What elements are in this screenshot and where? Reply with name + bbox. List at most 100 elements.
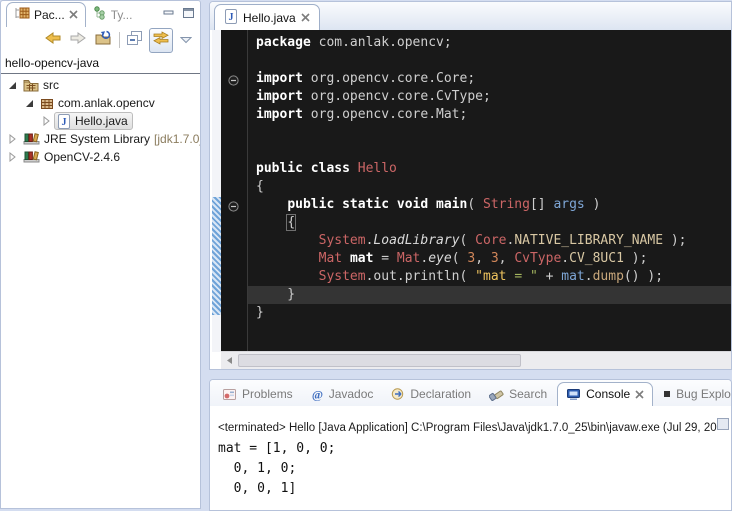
code-line: public class Hello (248, 160, 731, 178)
tree-item-label: src (43, 78, 59, 92)
tree-item-content: OpenCV-2.4.6 (20, 148, 125, 166)
vertical-ruler[interactable] (212, 30, 221, 352)
library-icon (23, 150, 40, 164)
tab-label: Pac... (34, 8, 65, 22)
tab-type-hierarchy[interactable]: Ty... (86, 3, 140, 27)
console-output[interactable]: mat = [1, 0, 0; 0, 1, 0; 0, 0, 1] (218, 439, 731, 499)
tab-problems[interactable]: Problems (214, 383, 301, 406)
editor-area: J Hello.java package com.anlak.opencv; im… (209, 1, 732, 370)
tab-label: Javadoc (329, 387, 374, 401)
code-line: } (248, 304, 731, 322)
tree-item-decorator: [jdk1.7.0_25] (154, 132, 200, 146)
tab-javadoc[interactable]: @ Javadoc (303, 383, 382, 406)
tree-item-label: com.anlak.opencv (58, 96, 155, 110)
tab-label: Console (586, 387, 630, 401)
tree-item-label: Hello.java (75, 114, 128, 128)
package-folder-icon (23, 78, 39, 92)
view-window-buttons (163, 8, 194, 18)
scrollbar-thumb[interactable] (238, 354, 521, 367)
package-explorer-view: Pac... Ty... hello-opencv-java srccom.an… (0, 0, 201, 509)
svg-text:J: J (62, 117, 67, 128)
code-line: System.LoadLibrary( Core.NATIVE_LIBRARY_… (248, 232, 731, 250)
console-icon (566, 388, 581, 401)
tab-declaration[interactable]: Declaration (383, 383, 479, 406)
code-line: { (248, 178, 731, 196)
tab-label: Search (509, 387, 547, 401)
tab-label: Problems (242, 387, 293, 401)
code-line: } (248, 286, 731, 304)
close-icon[interactable] (69, 8, 78, 22)
go-up-icon (94, 30, 112, 50)
tree-item-content: JRE System Library [jdk1.7.0_25] (20, 130, 200, 148)
view-menu-button[interactable] (180, 31, 192, 49)
tab-label: Bug Explorer (676, 387, 732, 401)
link-with-editor-button[interactable] (149, 28, 173, 53)
tab-label: Hello.java (243, 11, 296, 25)
bug-square-icon (663, 390, 671, 398)
tree-item-hello-java[interactable]: J Hello.java (1, 112, 200, 130)
javadoc-icon: @ (311, 388, 324, 401)
tree-item-label: OpenCV-2.4.6 (44, 150, 120, 164)
tab-hello-java[interactable]: J Hello.java (214, 4, 320, 30)
code-line: { (248, 214, 731, 232)
project-tree: src com.anlak.opencv J Hello.java JRE System… (1, 74, 200, 166)
tree-item-com-anlak-opencv[interactable]: com.anlak.opencv (1, 94, 200, 112)
scroll-left-icon[interactable] (221, 352, 237, 368)
declaration-icon (391, 387, 405, 401)
minimize-icon[interactable] (163, 8, 174, 18)
package-explorer-icon (14, 6, 30, 23)
library-icon (23, 132, 40, 146)
range-indicator (212, 197, 221, 315)
back-button[interactable] (44, 31, 62, 50)
collapse-all-button[interactable] (127, 31, 142, 50)
tab-bug-explorer[interactable]: Bug Explorer (655, 383, 732, 406)
fold-collapse-icon[interactable] (228, 73, 239, 84)
go-up-button[interactable] (94, 30, 112, 50)
console-view: Problems @ Javadoc Declaration Search Console… (209, 379, 732, 511)
collapsed-twisty-icon[interactable] (41, 116, 54, 126)
tree-item-content: src (20, 76, 64, 94)
code-line: System.out.println( "mat = " + mat.dump(… (248, 268, 731, 286)
tree-item-opencv-2-4-6[interactable]: OpenCV-2.4.6 (1, 148, 200, 166)
type-hierarchy-icon (93, 6, 107, 23)
expanded-twisty-icon[interactable] (24, 98, 37, 108)
toolbar-separator (119, 32, 120, 48)
editor-body: package com.anlak.opencv; import org.open… (210, 30, 731, 369)
search-icon (489, 387, 504, 401)
package-explorer-tabbar: Pac... Ty... (1, 1, 200, 27)
tree-item-label: JRE System Library (44, 132, 150, 146)
tree-item-src[interactable]: src (1, 76, 200, 94)
collapse-all-icon (127, 31, 142, 50)
tab-package-explorer[interactable]: Pac... (6, 2, 86, 27)
link-editor-icon (153, 31, 169, 50)
code-line (248, 52, 731, 70)
code-line: import org.opencv.core.Core; (248, 70, 731, 88)
tab-label: Declaration (410, 387, 471, 401)
console-toolbar-icon[interactable] (717, 418, 729, 430)
close-icon[interactable] (301, 11, 310, 25)
back-arrow-icon (44, 31, 62, 50)
tree-item-jre-system-library[interactable]: JRE System Library [jdk1.7.0_25] (1, 130, 200, 148)
expanded-twisty-icon[interactable] (7, 80, 20, 90)
maximize-icon[interactable] (183, 8, 194, 18)
folding-gutter[interactable] (221, 30, 248, 352)
java-file-icon: J (224, 9, 238, 27)
code-line: import org.opencv.core.CvType; (248, 88, 731, 106)
forward-button[interactable] (69, 31, 87, 50)
problems-icon (222, 388, 237, 401)
collapsed-twisty-icon[interactable] (7, 152, 20, 162)
collapsed-twisty-icon[interactable] (7, 134, 20, 144)
tab-search[interactable]: Search (481, 383, 555, 406)
console-tabbar: Problems @ Javadoc Declaration Search Console… (210, 380, 731, 406)
svg-text:J: J (229, 12, 234, 23)
code-editor[interactable]: package com.anlak.opencv; import org.open… (248, 30, 731, 352)
package-explorer-toolbar (1, 27, 200, 53)
tab-console[interactable]: Console (557, 382, 653, 406)
eclipse-workbench: { "colors":{"editor_bg":"#191919","class… (0, 0, 732, 511)
fold-collapse-icon[interactable] (228, 199, 239, 210)
view-menu-icon (180, 31, 192, 49)
code-line (248, 142, 731, 160)
close-icon[interactable] (635, 390, 644, 399)
horizontal-scrollbar[interactable] (221, 351, 731, 369)
code-line: package com.anlak.opencv; (248, 34, 731, 52)
